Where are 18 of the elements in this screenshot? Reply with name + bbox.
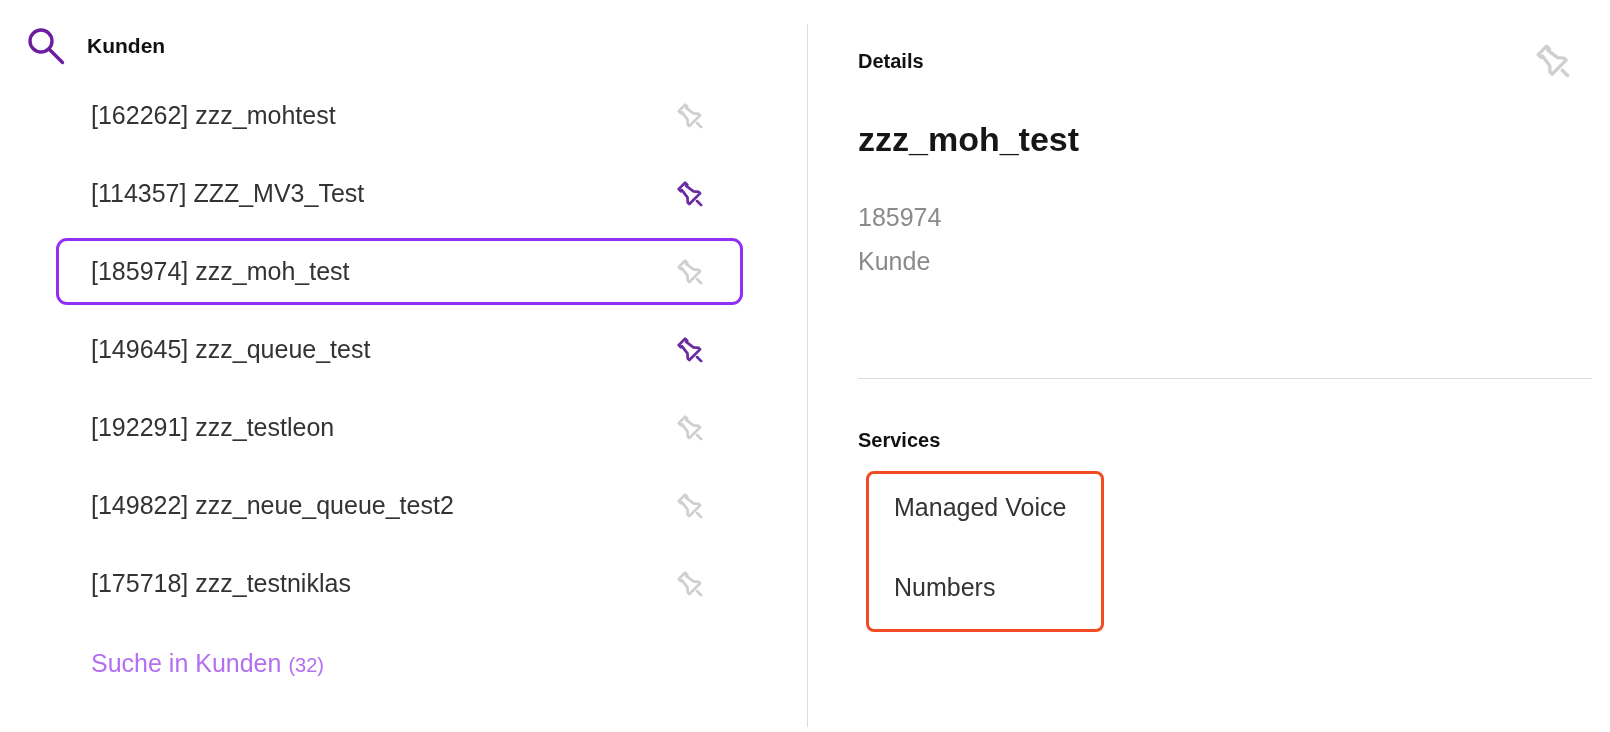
customer-type: Kunde [858, 246, 932, 277]
customer-row[interactable]: [185974] zzz_moh_test [56, 238, 743, 305]
customer-row[interactable]: [162262] zzz_mohtest [56, 82, 743, 149]
customer-row[interactable]: [175718] zzz_testniklas [56, 550, 743, 617]
customer-row[interactable]: [192291] zzz_testleon [56, 394, 743, 461]
customer-number: 185974 [858, 202, 943, 233]
customer-row[interactable]: [149822] zzz_neue_queue_test2 [56, 472, 743, 539]
section-heading: Details [858, 49, 924, 73]
search-icon[interactable] [27, 27, 65, 65]
customer-name: zzz_moh_test [858, 119, 1081, 159]
service-name: Managed Voice [894, 492, 1067, 523]
pin-icon[interactable] [677, 336, 703, 363]
pin-icon[interactable] [677, 180, 703, 207]
service-name: Numbers [894, 572, 997, 603]
section-title: Kunden [87, 34, 166, 58]
customer-row[interactable]: [149645] zzz_queue_test [56, 316, 743, 383]
section-heading: Services [858, 428, 942, 452]
customer-row[interactable]: [114357] ZZZ_MV3_Test [56, 160, 743, 227]
